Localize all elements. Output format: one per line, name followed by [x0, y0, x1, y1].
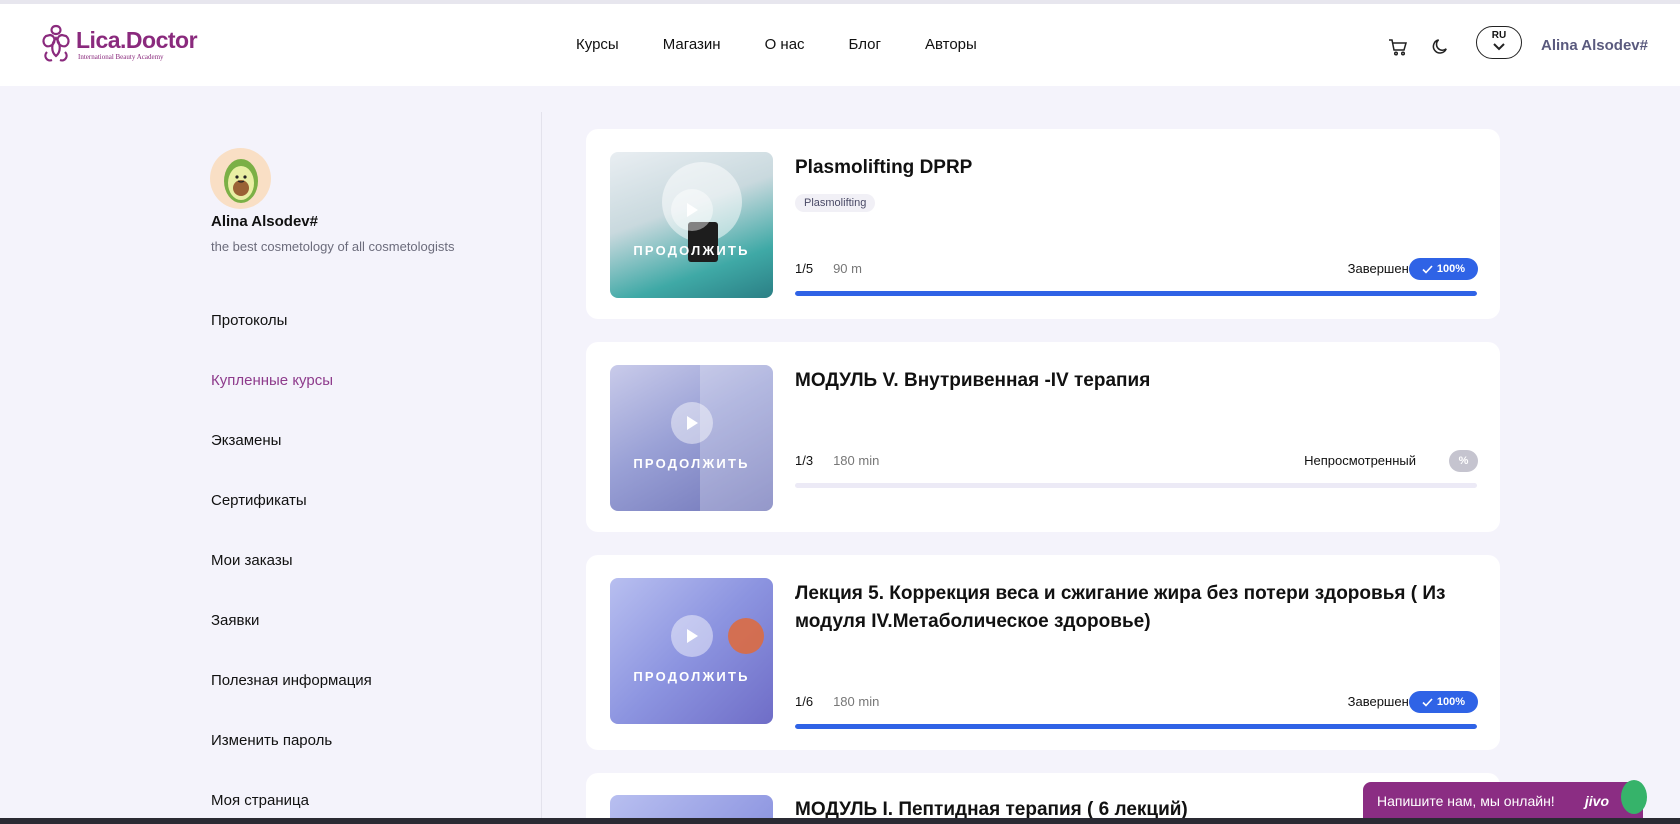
- check-icon: [1422, 264, 1433, 274]
- course-thumbnail[interactable]: ПРОДОЛЖИТЬ: [610, 578, 773, 724]
- sidebar-menu: Протоколы Купленные курсы Экзамены Серти…: [211, 311, 372, 824]
- cart-icon[interactable]: [1388, 38, 1408, 61]
- continue-label: ПРОДОЛЖИТЬ: [633, 456, 750, 471]
- sidebar-item-certificates[interactable]: Сертификаты: [211, 491, 372, 551]
- course-thumbnail[interactable]: ПРОДОЛЖИТЬ: [610, 365, 773, 511]
- continue-label: ПРОДОЛЖИТЬ: [633, 243, 750, 258]
- course-status: Непросмотренный: [1304, 453, 1416, 468]
- language-code: RU: [1491, 30, 1507, 41]
- course-meta: 1/5 90 m: [795, 261, 862, 276]
- course-title[interactable]: МОДУЛЬ V. Внутривенная -IV терапия: [795, 367, 1475, 395]
- course-duration: 180 min: [833, 694, 880, 709]
- completion-badge: 100%: [1409, 258, 1478, 280]
- avocado-avatar-icon: [223, 158, 258, 203]
- bottom-bar: [0, 818, 1680, 824]
- course-progress: [795, 291, 1477, 296]
- header-user-name[interactable]: Alina Alsodev#: [1541, 37, 1648, 54]
- course-status: Завершено: [1347, 261, 1416, 276]
- logo[interactable]: Lica.Doctor International Beauty Academy: [40, 22, 198, 66]
- continue-label: ПРОДОЛЖИТЬ: [633, 669, 750, 684]
- sidebar-item-protocols[interactable]: Протоколы: [211, 311, 372, 371]
- site-header: Lica.Doctor International Beauty Academy…: [0, 4, 1680, 86]
- profile-name: Alina Alsodev#: [211, 213, 318, 230]
- check-icon: [1422, 697, 1433, 707]
- nav-about[interactable]: О нас: [765, 36, 805, 53]
- course-progress: [795, 483, 1477, 488]
- completion-badge: 100%: [1409, 691, 1478, 713]
- profile-bio: the best cosmetology of all cosmetologis…: [211, 239, 455, 254]
- completion-badge: %: [1449, 450, 1478, 472]
- chat-brand: jivo: [1584, 793, 1609, 809]
- logo-name: Lica.Doctor: [76, 27, 198, 53]
- course-thumbnail[interactable]: ПРОДОЛЖИТЬ: [610, 152, 773, 298]
- logo-knot-icon: [42, 24, 70, 62]
- course-status: Завершено: [1347, 694, 1416, 709]
- course-duration: 180 min: [833, 453, 880, 468]
- course-title[interactable]: Лекция 5. Коррекция веса и сжигание жира…: [795, 580, 1475, 636]
- course-title[interactable]: Plasmolifting DPRP: [795, 154, 1475, 182]
- play-icon: [671, 189, 713, 231]
- nav-blog[interactable]: Блог: [849, 36, 881, 53]
- course-meta: 1/3 180 min: [795, 453, 879, 468]
- lesson-count: 1/5: [795, 261, 814, 276]
- sidebar-item-exams[interactable]: Экзамены: [211, 431, 372, 491]
- course-card: ПРОДОЛЖИТЬ МОДУЛЬ V. Внутривенная -IV те…: [586, 342, 1500, 532]
- chat-status-icon: [1621, 780, 1647, 814]
- sidebar-item-purchased-courses[interactable]: Купленные курсы: [211, 371, 372, 431]
- play-icon: [671, 615, 713, 657]
- sidebar-item-change-password[interactable]: Изменить пароль: [211, 731, 372, 791]
- course-progress: [795, 724, 1477, 729]
- chevron-down-icon: [1493, 43, 1505, 51]
- play-icon: [671, 402, 713, 444]
- course-card: ПРОДОЛЖИТЬ Plasmolifting DPRP Plasmolift…: [586, 129, 1500, 319]
- language-selector[interactable]: RU: [1476, 26, 1522, 59]
- chat-text: Напишите нам, мы онлайн!: [1377, 793, 1555, 809]
- sidebar-item-orders[interactable]: Мои заказы: [211, 551, 372, 611]
- course-progress-fill: [795, 291, 1477, 296]
- course-duration: 90 m: [833, 261, 862, 276]
- course-tag: Plasmolifting: [795, 194, 876, 212]
- nav-shop[interactable]: Магазин: [663, 36, 721, 53]
- main-nav: Курсы Магазин О нас Блог Авторы: [576, 36, 1021, 53]
- lesson-count: 1/3: [795, 453, 814, 468]
- course-progress-fill: [795, 724, 1477, 729]
- avatar: [210, 148, 271, 209]
- nav-authors[interactable]: Авторы: [925, 36, 977, 53]
- sidebar-item-requests[interactable]: Заявки: [211, 611, 372, 671]
- sidebar-divider: [541, 112, 542, 824]
- chat-widget[interactable]: Напишите нам, мы онлайн! jivo: [1363, 780, 1647, 820]
- lesson-count: 1/6: [795, 694, 814, 709]
- sidebar-item-useful-info[interactable]: Полезная информация: [211, 671, 372, 731]
- course-meta: 1/6 180 min: [795, 694, 879, 709]
- course-card: ПРОДОЛЖИТЬ Лекция 5. Коррекция веса и сж…: [586, 555, 1500, 750]
- logo-tagline: International Beauty Academy: [78, 53, 164, 61]
- dark-mode-icon[interactable]: [1431, 37, 1450, 61]
- nav-courses[interactable]: Курсы: [576, 36, 619, 53]
